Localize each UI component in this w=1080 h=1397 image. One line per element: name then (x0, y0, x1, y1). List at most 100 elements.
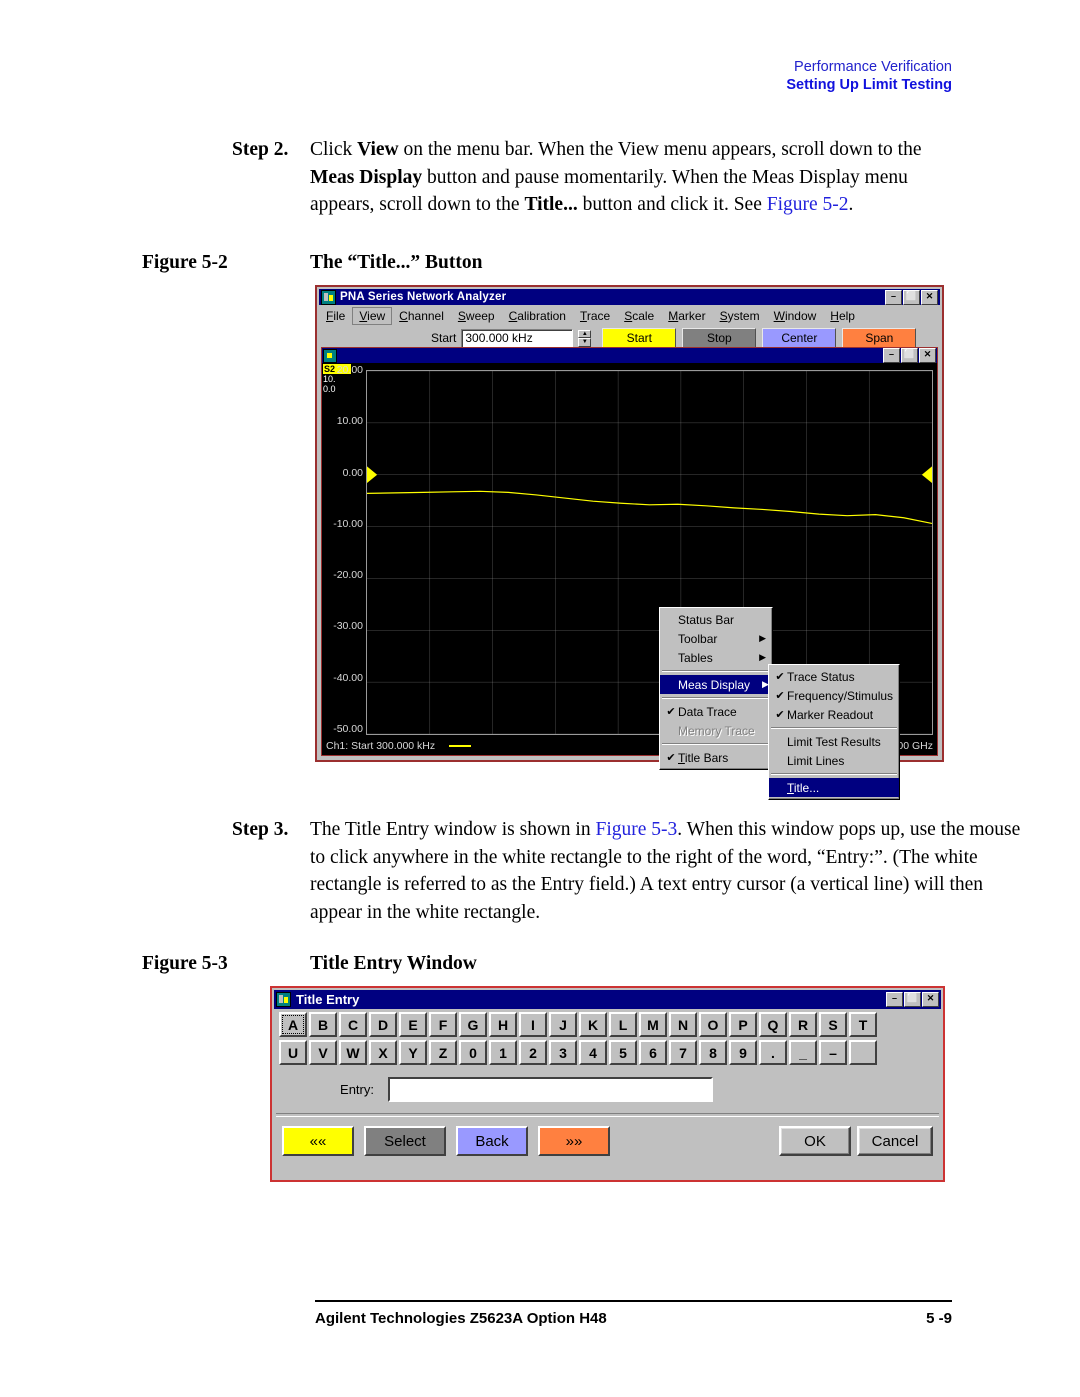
minimize-icon[interactable]: – (886, 992, 903, 1007)
key-space[interactable] (849, 1040, 877, 1065)
menu-view[interactable]: View (352, 306, 393, 325)
menu-window[interactable]: Window (767, 307, 824, 325)
restore-icon[interactable]: ⬜ (903, 289, 920, 305)
key-O[interactable]: O (699, 1012, 727, 1037)
key-U[interactable]: U (279, 1040, 307, 1065)
key-2[interactable]: 2 (519, 1040, 547, 1065)
key-W[interactable]: W (339, 1040, 367, 1065)
key-S[interactable]: S (819, 1012, 847, 1037)
menu-item-label: Memory Trace (678, 723, 755, 738)
menu-trace[interactable]: Trace (573, 307, 617, 325)
softkey-start[interactable]: Start (602, 328, 677, 348)
button-back[interactable]: Back (456, 1126, 528, 1156)
menu-item-frequency-stimulus[interactable]: ✔ Frequency/Stimulus (769, 686, 899, 705)
start-frequency-input[interactable]: 300.000 kHz (461, 328, 574, 348)
menu-item-meas-display[interactable]: Meas Display ▶ (660, 675, 772, 694)
cross-reference[interactable]: Figure 5-2 (767, 194, 849, 215)
menu-item-label: Limit Test Results (787, 734, 881, 749)
key-A[interactable]: A (279, 1012, 307, 1037)
menu-item-trace-status[interactable]: ✔ Trace Status (769, 667, 899, 686)
restore-icon[interactable]: ⬜ (901, 348, 918, 363)
view-menu[interactable]: Status Bar Toolbar ▶ Tables ▶ Meas Display ▶ ✔ D… (659, 607, 773, 770)
key-Q[interactable]: Q (759, 1012, 787, 1037)
toolbar-start-label: Start (431, 331, 457, 345)
close-icon[interactable]: ✕ (921, 289, 938, 305)
menu-system[interactable]: System (713, 307, 767, 325)
close-icon[interactable]: ✕ (919, 348, 936, 363)
minimize-icon[interactable]: – (885, 289, 902, 305)
meas-display-submenu[interactable]: ✔ Trace Status ✔ Frequency/Stimulus ✔ Marker … (768, 664, 900, 800)
softkey-stop[interactable]: Stop (682, 328, 757, 348)
menu-item-marker-readout[interactable]: ✔ Marker Readout (769, 705, 899, 724)
menu-item-data-trace[interactable]: ✔ Data Trace (660, 702, 772, 721)
menu-item-toolbar[interactable]: Toolbar ▶ (660, 629, 772, 648)
key-B[interactable]: B (309, 1012, 337, 1037)
key-7[interactable]: 7 (669, 1040, 697, 1065)
pna-title-bar: PNA Series Network Analyzer – ⬜ ✕ (319, 289, 940, 305)
key-sym[interactable]: – (819, 1040, 847, 1065)
y-axis-labels: 20.00 10.00 0.00 -10.00 -20.00 -30.00 -40.00 -5… (322, 364, 366, 737)
key-E[interactable]: E (399, 1012, 427, 1037)
key-3[interactable]: 3 (549, 1040, 577, 1065)
key-M[interactable]: M (639, 1012, 667, 1037)
entry-label: Entry: (340, 1082, 374, 1097)
key-Z[interactable]: Z (429, 1040, 457, 1065)
title-entry-window-title: Title Entry (296, 992, 360, 1007)
key-J[interactable]: J (549, 1012, 577, 1037)
ok-button[interactable]: OK (779, 1126, 851, 1156)
key-T[interactable]: T (849, 1012, 877, 1037)
menu-calibration[interactable]: Calibration (502, 307, 573, 325)
menu-channel[interactable]: Channel (392, 307, 451, 325)
softkey-span[interactable]: Span (842, 328, 917, 348)
menu-item-label: Status Bar (678, 612, 735, 627)
figure-5-3-number: Figure 5-3 (142, 953, 228, 974)
key-F[interactable]: F (429, 1012, 457, 1037)
menu-scale[interactable]: Scale (617, 307, 661, 325)
close-icon[interactable]: ✕ (922, 992, 939, 1007)
menu-marker[interactable]: Marker (661, 307, 712, 325)
key-I[interactable]: I (519, 1012, 547, 1037)
key-X[interactable]: X (369, 1040, 397, 1065)
key-D[interactable]: D (369, 1012, 397, 1037)
button-select[interactable]: Select (364, 1126, 446, 1156)
cancel-button[interactable]: Cancel (857, 1126, 933, 1156)
key-Y[interactable]: Y (399, 1040, 427, 1065)
page-footer: Agilent Technologies Z5623A Option H48 5… (315, 1310, 952, 1327)
softkey-center[interactable]: Center (762, 328, 837, 348)
menu-item-title-bars[interactable]: ✔ Title Bars (660, 748, 772, 767)
key-C[interactable]: C (339, 1012, 367, 1037)
menu-item-title[interactable]: Title... (769, 778, 899, 797)
key-6[interactable]: 6 (639, 1040, 667, 1065)
key-sym[interactable]: _ (789, 1040, 817, 1065)
button-[interactable]: »» (538, 1126, 610, 1156)
key-sym[interactable]: . (759, 1040, 787, 1065)
menu-item-status-bar[interactable]: Status Bar (660, 610, 772, 629)
key-8[interactable]: 8 (699, 1040, 727, 1065)
key-0[interactable]: 0 (459, 1040, 487, 1065)
key-H[interactable]: H (489, 1012, 517, 1037)
key-4[interactable]: 4 (579, 1040, 607, 1065)
menu-help[interactable]: Help (823, 307, 862, 325)
keyboard-row-1: ABCDEFGHIJKLMNOPQRST (272, 1012, 943, 1037)
menu-item-limit-test-results[interactable]: Limit Test Results (769, 732, 899, 751)
restore-icon[interactable]: ⬜ (904, 992, 921, 1007)
key-N[interactable]: N (669, 1012, 697, 1037)
menu-item-tables[interactable]: Tables ▶ (660, 648, 772, 667)
entry-input[interactable] (388, 1077, 713, 1102)
key-5[interactable]: 5 (609, 1040, 637, 1065)
cross-reference[interactable]: Figure 5-3 (595, 819, 677, 840)
key-G[interactable]: G (459, 1012, 487, 1037)
key-V[interactable]: V (309, 1040, 337, 1065)
button-[interactable]: «« (282, 1126, 354, 1156)
key-1[interactable]: 1 (489, 1040, 517, 1065)
key-9[interactable]: 9 (729, 1040, 757, 1065)
menu-file[interactable]: File (319, 307, 352, 325)
key-L[interactable]: L (609, 1012, 637, 1037)
menu-item-limit-lines[interactable]: Limit Lines (769, 751, 899, 770)
menu-sweep[interactable]: Sweep (451, 307, 502, 325)
key-K[interactable]: K (579, 1012, 607, 1037)
key-P[interactable]: P (729, 1012, 757, 1037)
key-R[interactable]: R (789, 1012, 817, 1037)
minimize-icon[interactable]: – (883, 348, 900, 363)
start-frequency-stepper[interactable]: ▲ ▼ (578, 329, 592, 347)
